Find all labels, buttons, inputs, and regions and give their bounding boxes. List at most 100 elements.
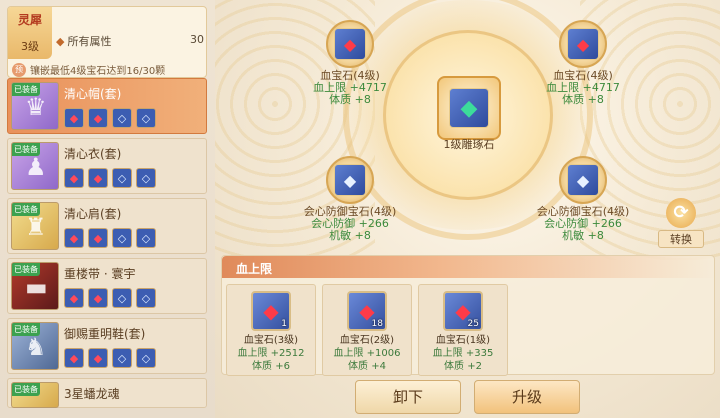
gem-white-icon: ◇ [112,348,132,368]
gem-red-icon: ◆ [334,28,366,60]
gem-slot-bottom-right[interactable]: ◆ [559,156,607,204]
gem-red-icon: ◆ [88,288,108,308]
item-stat: 体质 +6 [252,361,290,372]
lingxi-level: 3级 [21,40,39,53]
gem-white-icon: ◇ [136,108,156,128]
gem-white-icon: ◇ [112,288,132,308]
gem-red-icon: ◆ [88,348,108,368]
equip-name: 御赐重明鞋(套) [64,327,146,341]
gem-red-icon: ◆ 18 [347,291,387,331]
gem-slots: ◆ ◆ ◇ ◇ [64,288,156,308]
lingxi-badge: 灵犀 3级 [8,7,52,59]
condition-text: 镶嵌最低4级宝石达到16/30颗 [30,66,166,77]
gem-red-icon: ◆ [88,168,108,188]
item-name: 血宝石(3级) [243,335,299,346]
preview-badge: 预 [12,62,26,77]
item-stat: 血上限 +335 [432,348,494,359]
condition-row: 预 镶嵌最低4级宝石达到16/30颗 [12,62,204,77]
all-attributes-row: ◆ 所有属性 30 [56,33,204,49]
gem-white-icon: ◇ [136,348,156,368]
gem-red-icon: ◆ 25 [443,291,483,331]
gem-slots: ◆ ◆ ◇ ◇ [64,348,156,368]
upgrade-button[interactable]: 升级 [474,380,580,414]
gem-white-icon: ◇ [136,288,156,308]
gem-slot-bottom-left[interactable]: ◆ [326,156,374,204]
equipped-tag: 已装备 [12,143,40,156]
equip-item-shoes[interactable]: ♞ 已装备 御赐重明鞋(套) ◆ ◆ ◇ ◇ [7,318,207,374]
belt-icon: ▬ 已装备 [11,262,59,310]
gem-white-icon: ◇ [112,108,132,128]
item-count: 1 [281,319,287,329]
gem-white-icon: ◇ [112,228,132,248]
convert-label: 转换 [658,230,704,248]
equip-item-hat[interactable]: ♛ 已装备 清心帽(套) ◆ ◆ ◇ ◇ [7,78,207,134]
gem-slot-top-right[interactable]: ◆ [559,20,607,68]
item-stat: 血上限 +2512 [237,348,305,359]
unload-button[interactable]: 卸下 [355,380,461,414]
equip-name: 清心帽(套) [64,87,122,101]
item-stat: 体质 +2 [444,361,482,372]
gem-slots: ◆ ◆ ◇ ◇ [64,168,156,188]
shoulder-icon: ♜ 已装备 [11,202,59,250]
gem-red-icon: ◆ [567,28,599,60]
gem-inventory-panel: 血上限 ◆ 1 血宝石(3级) 血上限 +2512 体质 +6 ◆ 18 血宝石(2… [221,255,716,376]
item-count: 25 [467,319,479,329]
inventory-item[interactable]: ◆ 25 血宝石(1级) 血上限 +335 体质 +2 [418,284,508,376]
gem-red-icon: ◆ [64,228,84,248]
equip-item-shoulder[interactable]: ♜ 已装备 清心肩(套) ◆ ◆ ◇ ◇ [7,198,207,254]
gem-red-icon: ◆ [64,168,84,188]
item-count: 18 [371,319,383,329]
gem-white-icon: ◇ [136,228,156,248]
equipped-tag: 已装备 [12,83,40,96]
hat-icon: ♛ 已装备 [11,82,59,130]
gem-slots: ◆ ◆ ◇ ◇ [64,108,156,128]
inventory-item[interactable]: ◆ 18 血宝石(2级) 血上限 +1006 体质 +4 [322,284,412,376]
equip-name: 重楼带 · 寰宇 [64,267,136,281]
carving-stone-icon: ◆ [449,88,489,128]
gem-red-icon: ◆ [64,348,84,368]
bullet-icon: ◆ [56,35,65,48]
attr-label: 所有属性 [67,35,112,48]
gem-red-icon: ◆ [88,228,108,248]
equip-item-belt[interactable]: ▬ 已装备 重楼带 · 寰宇 ◆ ◆ ◇ ◇ [7,258,207,314]
gem-white-icon: ◇ [112,168,132,188]
equipment-list: ♛ 已装备 清心帽(套) ◆ ◆ ◇ ◇ ♟ 已装备 清心衣(套) ◆ ◆ ◇ … [7,78,207,412]
gem-red-icon: ◆ [64,108,84,128]
convert-icon: ⟳ [666,198,696,228]
gem-slot-top-right-info: 血宝石(4级) 血上限 +4717 体质 +8 [546,69,620,106]
gem-red-icon: ◆ [64,288,84,308]
center-slot-label: 1级雕琢石 [443,138,495,151]
equipped-tag: 已装备 [12,203,40,216]
gem-slot-bottom-right-info: 会心防御宝石(4级) 会心防御 +266 机敏 +8 [536,205,630,242]
item-stat: 体质 +4 [348,361,386,372]
gem-red-icon: ◆ [88,108,108,128]
item-name: 血宝石(2级) [339,335,395,346]
equipped-tag: 已装备 [12,383,40,396]
clothes-icon: ♟ 已装备 [11,142,59,190]
lingxi-info-panel: 灵犀 3级 ◆ 所有属性 30 预 镶嵌最低4级宝石达到16/30颗 [7,6,207,78]
inventory-item[interactable]: ◆ 1 血宝石(3级) 血上限 +2512 体质 +6 [226,284,316,376]
gem-white-icon: ◇ [136,168,156,188]
equip-name: 清心衣(套) [64,147,122,161]
gem-red-icon: ◆ 1 [251,291,291,331]
gem-slot-center[interactable]: ◆ [437,76,501,140]
equip-name: 3星蟠龙魂 [64,387,120,401]
equipped-tag: 已装备 [12,323,40,336]
soul-icon: 已装备 [11,382,59,408]
gem-white-icon: ◆ [334,164,366,196]
gem-white-icon: ◆ [567,164,599,196]
equipped-tag: 已装备 [12,263,40,276]
gem-slot-bottom-left-info: 会心防御宝石(4级) 会心防御 +266 机敏 +8 [303,205,397,242]
gem-slot-top-left-info: 血宝石(4级) 血上限 +4717 体质 +8 [313,69,387,106]
tab-hp-max[interactable]: 血上限 [222,256,716,278]
equip-item-soul[interactable]: 已装备 3星蟠龙魂 [7,378,207,408]
shoes-icon: ♞ 已装备 [11,322,59,370]
gem-slot-top-left[interactable]: ◆ [326,20,374,68]
equip-item-clothes[interactable]: ♟ 已装备 清心衣(套) ◆ ◆ ◇ ◇ [7,138,207,194]
convert-button[interactable]: ⟳ 转换 [658,198,704,248]
equip-name: 清心肩(套) [64,207,122,221]
attr-value: 30 [190,33,204,46]
item-name: 血宝石(1级) [435,335,491,346]
gem-slots: ◆ ◆ ◇ ◇ [64,228,156,248]
item-stat: 血上限 +1006 [333,348,401,359]
